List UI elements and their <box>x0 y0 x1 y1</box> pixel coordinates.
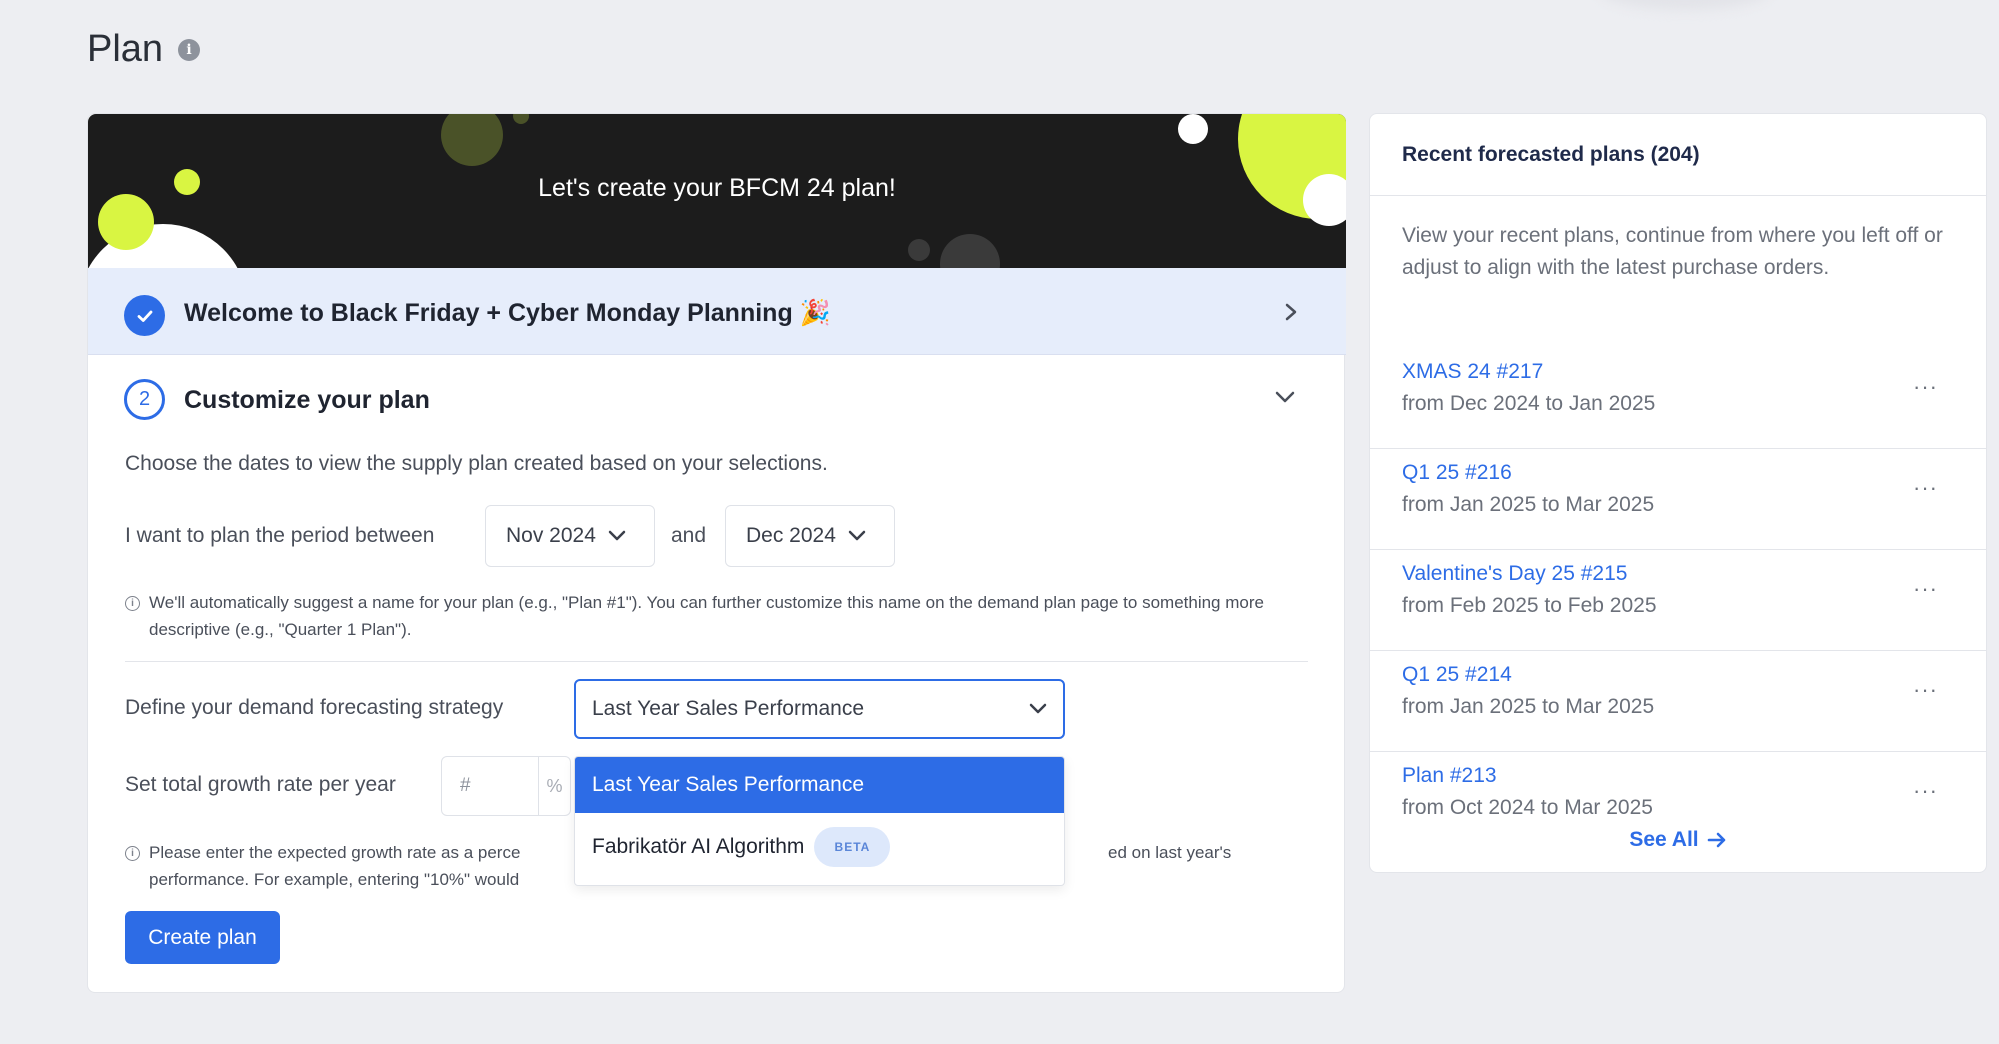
info-icon: i <box>125 596 140 611</box>
strategy-value: Last Year Sales Performance <box>592 697 864 720</box>
plan-list-item[interactable]: Valentine's Day 25 #215 from Feb 2025 to… <box>1370 550 1986 651</box>
plan-list-item[interactable]: XMAS 24 #217 from Dec 2024 to Jan 2025 ·… <box>1370 348 1986 449</box>
more-options-icon[interactable]: ··· <box>1913 576 1938 602</box>
growth-placeholder: # <box>460 775 471 796</box>
banner-decor-circle <box>940 234 1000 268</box>
check-icon <box>124 295 165 336</box>
growth-note-right: ed on last year's <box>1108 843 1232 862</box>
option-label: Last Year Sales Performance <box>592 773 864 796</box>
percent-suffix: % <box>538 757 570 815</box>
step-customize-title: Customize your plan <box>184 386 430 414</box>
recent-plans-card: Recent forecasted plans (204) View your … <box>1369 113 1987 873</box>
banner-decor-circle <box>908 239 930 261</box>
plan-dates: from Dec 2024 to Jan 2025 <box>1402 392 1656 415</box>
plan-dates: from Jan 2025 to Mar 2025 <box>1402 695 1655 718</box>
end-month-value: Dec 2024 <box>746 524 836 547</box>
growth-note-left: Please enter the expected growth rate as… <box>149 843 521 862</box>
start-month-select[interactable]: Nov 2024 <box>485 505 655 567</box>
banner: Let's create your BFCM 24 plan! <box>88 114 1346 268</box>
plan-dates: from Feb 2025 to Feb 2025 <box>1402 594 1657 617</box>
banner-decor-circle <box>1178 114 1208 144</box>
and-label: and <box>671 524 707 547</box>
end-month-select[interactable]: Dec 2024 <box>725 505 895 567</box>
banner-decor-circle <box>441 114 503 166</box>
chevron-down-icon <box>608 530 626 541</box>
banner-decor-circle <box>513 114 529 124</box>
plan-name-link[interactable]: Q1 25 #216 <box>1402 461 1512 485</box>
strategy-option-last-year[interactable]: Last Year Sales Performance <box>575 757 1064 813</box>
page-title: Plan <box>87 28 164 70</box>
chevron-down-icon <box>1029 703 1047 714</box>
more-options-icon[interactable]: ··· <box>1913 374 1938 400</box>
plan-name-link[interactable]: XMAS 24 #217 <box>1402 360 1543 384</box>
info-icon: i <box>125 846 140 861</box>
step-number-badge: 2 <box>124 379 165 420</box>
plan-dates: from Jan 2025 to Mar 2025 <box>1402 493 1655 516</box>
more-options-icon[interactable]: ··· <box>1913 778 1938 804</box>
see-all-link[interactable]: See All <box>1370 828 1986 852</box>
growth-note-line2: performance. For example, entering "10%"… <box>149 870 520 889</box>
plan-list-item[interactable]: Q1 25 #216 from Jan 2025 to Mar 2025 ··· <box>1370 449 1986 550</box>
banner-title: Let's create your BFCM 24 plan! <box>538 174 896 202</box>
plan-name-link[interactable]: Q1 25 #214 <box>1402 663 1512 687</box>
chevron-down-icon[interactable] <box>1274 390 1296 404</box>
option-label: Fabrikatör AI Algorithm <box>592 835 805 858</box>
recent-plans-description: View your recent plans, continue from wh… <box>1402 224 1943 279</box>
name-note: i We'll automatically suggest a name for… <box>125 589 1305 643</box>
chevron-right-icon <box>1285 303 1297 321</box>
strategy-label: Define your demand forecasting strategy <box>125 696 504 719</box>
info-icon[interactable]: i <box>178 39 200 61</box>
beta-badge: BETA <box>814 827 891 867</box>
period-label: I want to plan the period between <box>125 524 435 547</box>
strategy-select[interactable]: Last Year Sales Performance <box>574 679 1065 739</box>
plan-dates: from Oct 2024 to Mar 2025 <box>1402 796 1653 819</box>
recent-plans-title: Recent forecasted plans (204) <box>1370 114 1986 196</box>
growth-label: Set total growth rate per year <box>125 773 396 796</box>
more-options-icon[interactable]: ··· <box>1913 677 1938 703</box>
decorative-shadow <box>1600 0 1770 10</box>
step-description: Choose the dates to view the supply plan… <box>125 452 828 475</box>
growth-rate-input[interactable]: # % <box>441 756 571 816</box>
step-welcome-title: Welcome to Black Friday + Cyber Monday P… <box>184 299 831 327</box>
arrow-right-icon <box>1707 832 1725 848</box>
strategy-option-ai[interactable]: Fabrikatör AI Algorithm BETA <box>575 819 1064 875</box>
create-plan-button[interactable]: Create plan <box>125 911 280 964</box>
strategy-dropdown-menu: Last Year Sales Performance Fabrikatör A… <box>574 756 1065 886</box>
plan-list-item[interactable]: Q1 25 #214 from Jan 2025 to Mar 2025 ··· <box>1370 651 1986 752</box>
step-welcome[interactable]: Welcome to Black Friday + Cyber Monday P… <box>88 268 1346 355</box>
plan-name-link[interactable]: Valentine's Day 25 #215 <box>1402 562 1627 586</box>
more-options-icon[interactable]: ··· <box>1913 475 1938 501</box>
name-note-text: We'll automatically suggest a name for y… <box>149 593 1264 639</box>
chevron-down-icon <box>848 530 866 541</box>
plan-wizard-card: Let's create your BFCM 24 plan! Welcome … <box>87 113 1346 993</box>
plan-name-link[interactable]: Plan #213 <box>1402 764 1497 788</box>
divider <box>125 661 1308 662</box>
start-month-value: Nov 2024 <box>506 524 596 547</box>
see-all-label: See All <box>1629 828 1699 851</box>
